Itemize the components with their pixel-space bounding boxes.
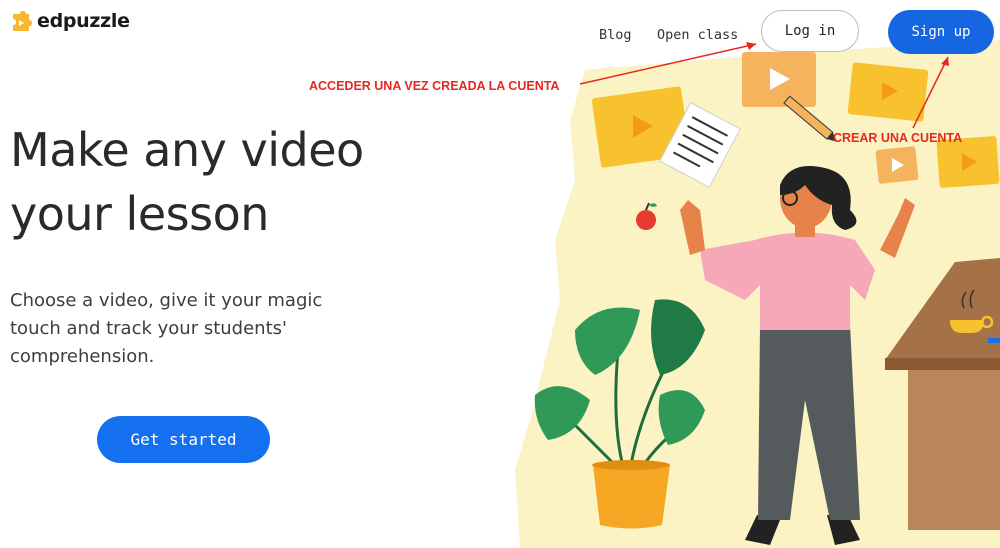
video-card-4 <box>875 146 919 184</box>
signup-button[interactable]: Sign up <box>888 10 994 54</box>
video-card-3 <box>847 62 929 122</box>
brand-logo[interactable]: edpuzzle <box>10 10 130 32</box>
hero-title: Make any video your lesson <box>10 118 390 246</box>
hero-subtitle-line1: Choose a video, give it your magic <box>10 290 323 311</box>
annotation-signup-note: CREAR UNA CUENTA <box>833 131 963 145</box>
hero-subtitle: Choose a video, give it your magic touch… <box>10 287 330 371</box>
brand-name: edpuzzle <box>37 10 130 32</box>
hero-subtitle-line2: touch and track your students' <box>10 318 287 339</box>
nav-blog-link[interactable]: Blog <box>599 27 632 43</box>
annotation-login-note: ACCEDER UNA VEZ CREADA LA CUENTA <box>309 79 560 93</box>
get-started-button[interactable]: Get started <box>97 416 270 463</box>
puzzle-piece-logo-icon <box>13 11 32 31</box>
hero-subtitle-line3: comprehension. <box>10 346 155 367</box>
nav-open-class-link[interactable]: Open class <box>657 27 738 43</box>
hero-title-line1: Make any video <box>10 123 364 177</box>
video-card-2 <box>742 52 816 107</box>
login-button[interactable]: Log in <box>761 10 859 52</box>
hero-title-line2: your lesson <box>10 187 269 241</box>
